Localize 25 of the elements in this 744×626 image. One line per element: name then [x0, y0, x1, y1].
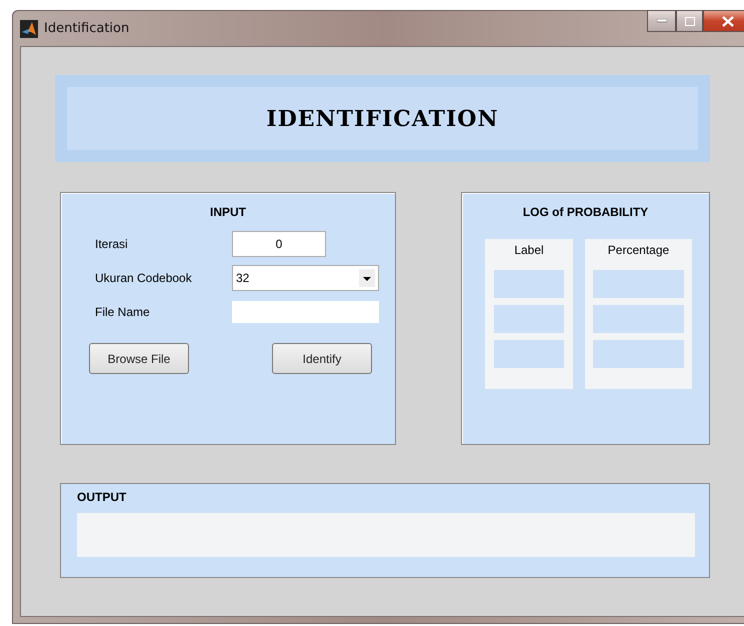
iteration-input[interactable]: 0 — [232, 231, 326, 257]
panel-title: LOG of PROBABILITY — [522, 205, 648, 219]
panel-title: INPUT — [210, 205, 246, 219]
maximize-icon — [684, 16, 694, 26]
browse-file-button[interactable]: Browse File — [89, 343, 189, 374]
result-cell — [494, 305, 564, 333]
app-icon — [20, 20, 38, 38]
codebook-dropdown[interactable]: 32 — [232, 265, 379, 291]
result-cell — [494, 340, 564, 368]
result-cell — [494, 270, 564, 298]
identify-button[interactable]: Identify — [272, 343, 372, 374]
column-header: Percentage — [608, 242, 670, 259]
field-label: Iterasi — [95, 237, 129, 251]
column-header: Label — [514, 242, 544, 259]
panel-title: OUTPUT — [77, 490, 128, 504]
minimize-icon — [656, 19, 666, 23]
close-button[interactable] — [703, 10, 744, 32]
window-title: Identification — [44, 21, 130, 36]
app-heading: IDENTIFICATION — [266, 106, 499, 132]
close-icon — [722, 16, 734, 26]
maximize-button[interactable] — [676, 10, 703, 32]
field-label: Ukuran Codebook — [95, 271, 193, 285]
file-name-input[interactable] — [232, 301, 379, 323]
field-label: File Name — [95, 305, 151, 319]
minimize-button[interactable] — [647, 10, 676, 32]
